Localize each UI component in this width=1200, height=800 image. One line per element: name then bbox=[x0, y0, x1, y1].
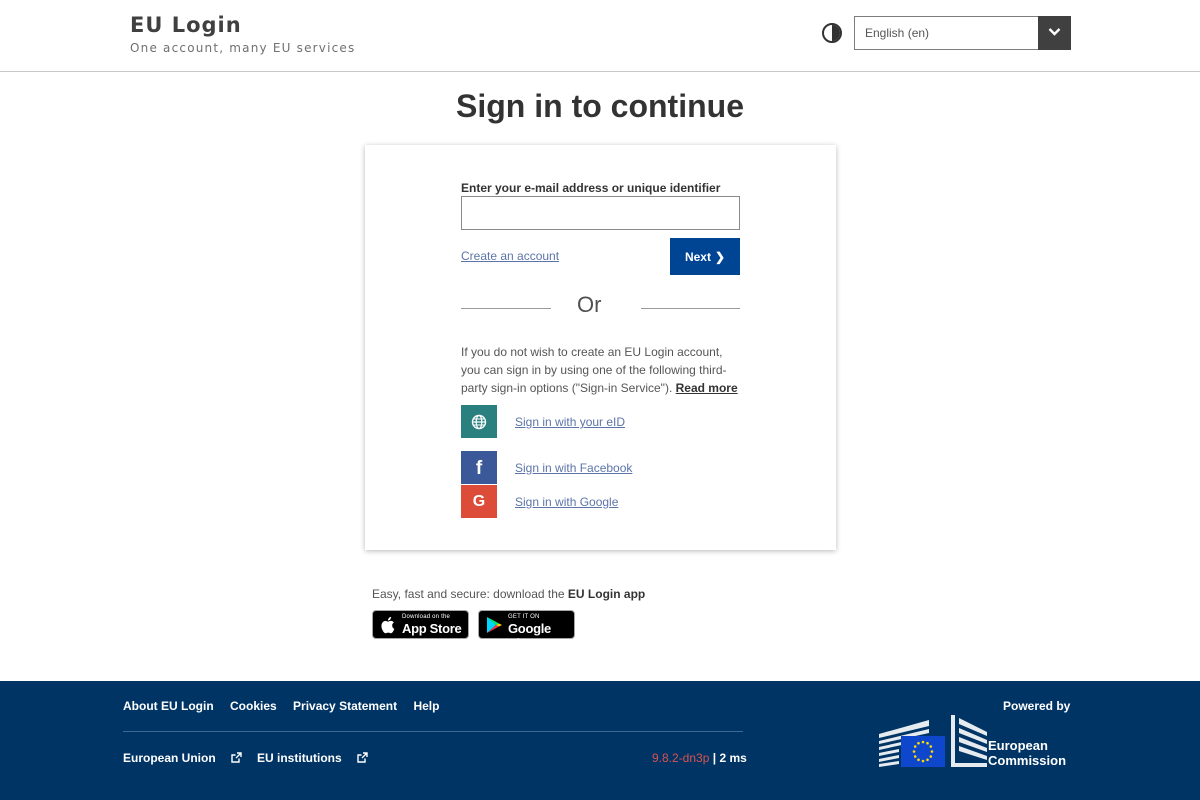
language-select-value: English (en) bbox=[865, 26, 930, 40]
next-button[interactable]: Next ❯ bbox=[670, 238, 740, 275]
footer-link-about[interactable]: About EU Login bbox=[123, 699, 214, 713]
google-play-button[interactable]: GET IT ON Google Play bbox=[478, 610, 575, 651]
app-store-small: Download on the bbox=[402, 614, 451, 620]
google-icon: G bbox=[461, 485, 497, 518]
next-button-label: Next bbox=[684, 249, 711, 264]
powered-by: Powered by bbox=[1003, 699, 1071, 713]
read-more-link[interactable]: Read more bbox=[676, 381, 738, 395]
google-play-big: Google Play bbox=[508, 621, 551, 651]
organization-name-line1: European bbox=[988, 738, 1048, 753]
sso-eid[interactable]: Sign in with your eID bbox=[461, 405, 721, 438]
footer-link-european-union-label: European Union bbox=[123, 751, 216, 765]
app-subtitle: One account, many EU services bbox=[130, 41, 356, 55]
page-footer: About EU Login Cookies Privacy Statement… bbox=[0, 681, 1200, 800]
contrast-icon[interactable] bbox=[822, 23, 842, 43]
app-name: EU Login app bbox=[567, 587, 646, 601]
page-header: EU Login One account, many EU services E… bbox=[0, 0, 1200, 72]
app-store-button[interactable]: Download on the App Store bbox=[372, 610, 469, 639]
or-separator: Or bbox=[577, 292, 602, 317]
sso-google[interactable]: G Sign in with Google bbox=[461, 485, 721, 518]
language-select[interactable]: English (en) bbox=[854, 16, 1071, 50]
organization-name: European Commission bbox=[988, 738, 1066, 768]
divider-right bbox=[641, 308, 740, 309]
facebook-icon: f bbox=[461, 451, 497, 484]
globe-icon bbox=[461, 405, 497, 438]
email-field[interactable] bbox=[461, 196, 740, 230]
app-download-lead: Easy, fast and secure: download the bbox=[372, 587, 568, 601]
divider-left bbox=[461, 308, 551, 309]
footer-external-links: European Union EU institutions bbox=[123, 751, 380, 765]
sso-eid-label: Sign in with your eID bbox=[515, 415, 626, 429]
version-info: 9.8.2-dn3p | 2 ms bbox=[652, 751, 747, 765]
page-title: Sign in to continue bbox=[456, 88, 744, 124]
login-card: Enter your e-mail address or unique iden… bbox=[365, 145, 836, 550]
footer-link-european-union[interactable]: European Union bbox=[123, 751, 242, 765]
footer-divider bbox=[123, 731, 743, 732]
chevron-right-icon: ❯ bbox=[714, 249, 726, 264]
google-play-small: GET IT ON bbox=[508, 614, 540, 620]
third-party-info: If you do not wish to create an EU Login… bbox=[461, 343, 743, 397]
footer-link-privacy[interactable]: Privacy Statement bbox=[293, 699, 397, 713]
version-number: 9.8.2-dn3p bbox=[652, 751, 710, 765]
external-link-icon bbox=[356, 752, 368, 763]
external-link-icon bbox=[230, 752, 242, 763]
sso-google-label: Sign in with Google bbox=[515, 495, 619, 509]
apple-icon bbox=[381, 616, 395, 634]
create-account-link[interactable]: Create an account bbox=[461, 249, 559, 263]
footer-link-help[interactable]: Help bbox=[413, 699, 439, 713]
footer-link-cookies[interactable]: Cookies bbox=[230, 699, 277, 713]
chevron-down-icon[interactable] bbox=[1038, 16, 1071, 50]
version-separator: | bbox=[712, 751, 717, 765]
sso-facebook[interactable]: f Sign in with Facebook bbox=[461, 451, 721, 484]
sso-facebook-label: Sign in with Facebook bbox=[515, 461, 633, 475]
footer-link-eu-institutions[interactable]: EU institutions bbox=[257, 751, 368, 765]
organization-name-line2: Commission bbox=[988, 753, 1067, 768]
footer-links: About EU Login Cookies Privacy Statement… bbox=[123, 699, 452, 713]
app-download-text: Easy, fast and secure: download the EU L… bbox=[372, 587, 645, 601]
app-title: EU Login bbox=[130, 13, 242, 37]
app-store-big: App Store bbox=[402, 621, 462, 636]
footer-link-eu-institutions-label: EU institutions bbox=[257, 751, 342, 765]
google-play-icon bbox=[487, 617, 502, 633]
brand: EU Login One account, many EU services bbox=[130, 12, 355, 56]
email-label: Enter your e-mail address or unique iden… bbox=[461, 181, 721, 195]
response-time: 2 ms bbox=[719, 751, 747, 765]
